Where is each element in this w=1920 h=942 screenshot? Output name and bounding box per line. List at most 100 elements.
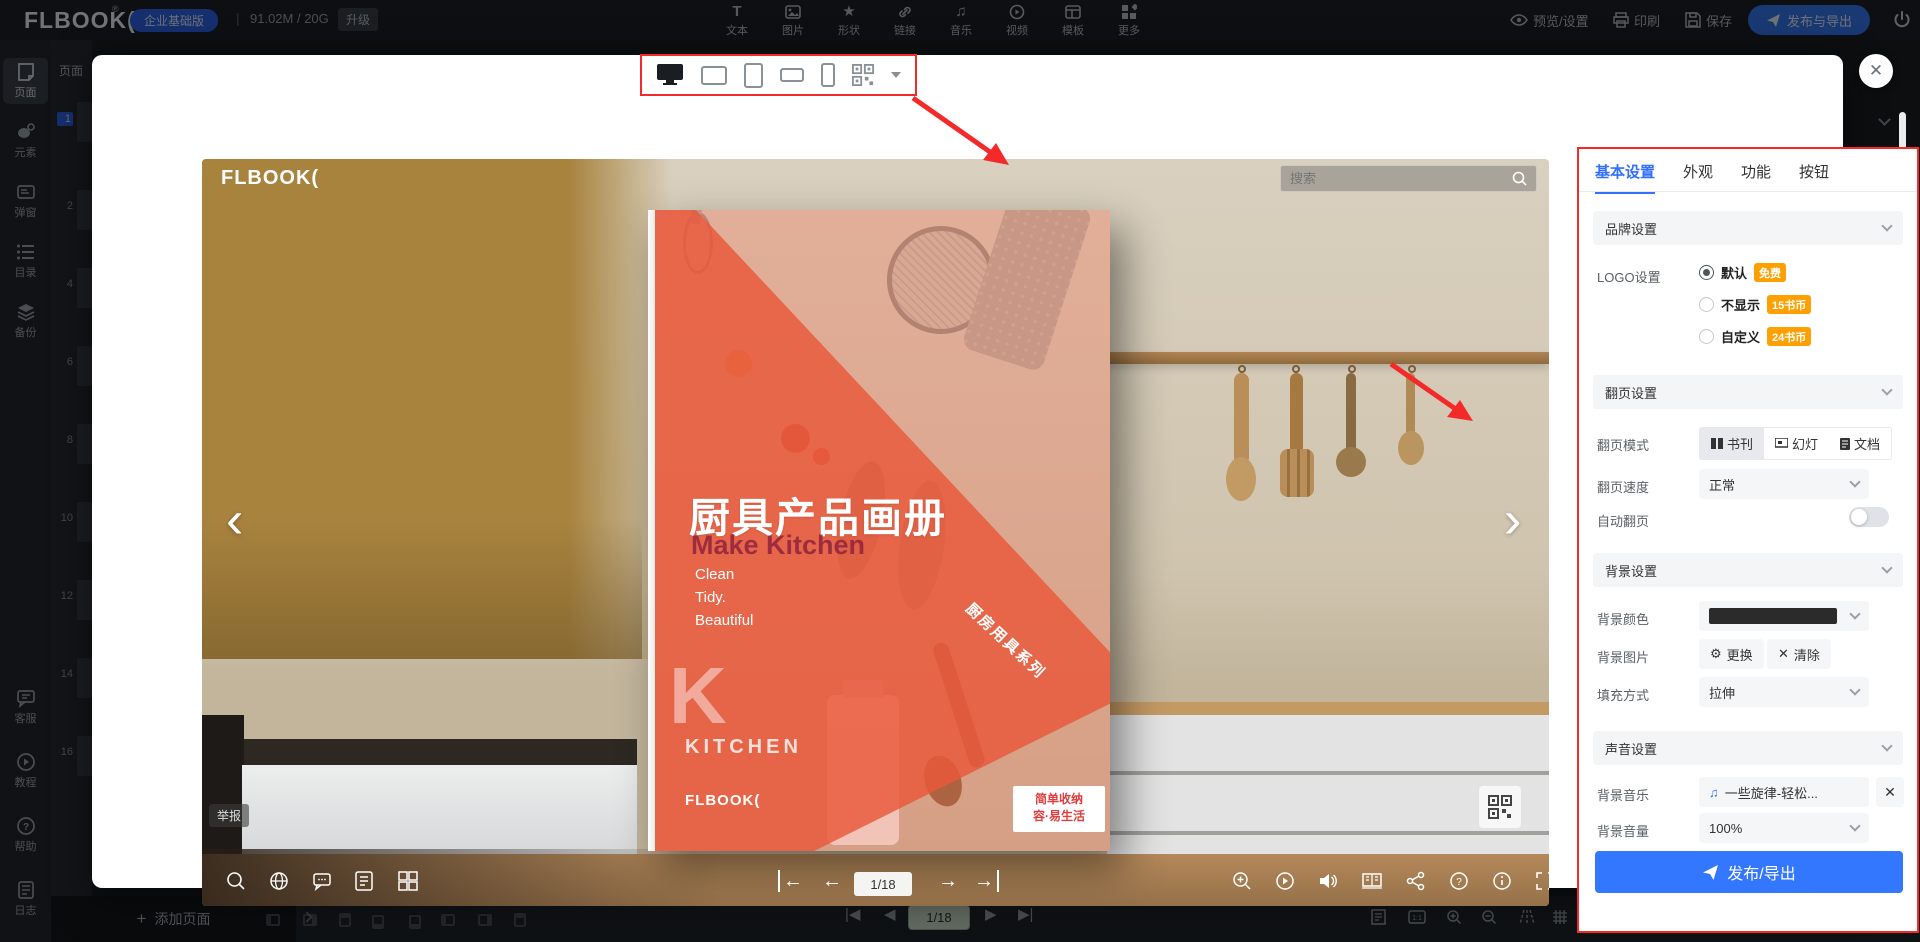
viewer-next-page-button[interactable]: → xyxy=(938,870,958,893)
hanging-utensil xyxy=(1406,373,1415,439)
viewer-page-indicator[interactable]: 1/18 xyxy=(854,872,912,896)
qr-code-button[interactable] xyxy=(1479,786,1521,828)
tab-buttons[interactable]: 按钮 xyxy=(1799,161,1829,194)
chevron-down-icon xyxy=(1881,562,1892,573)
hanging-utensil xyxy=(1280,449,1314,497)
viewer-first-page-button[interactable]: ← xyxy=(778,870,803,892)
tab-basic-settings[interactable]: 基本设置 xyxy=(1595,161,1655,194)
viewer-last-page-button[interactable]: → xyxy=(974,870,999,892)
auto-flip-label: 自动翻页 xyxy=(1597,511,1649,530)
bg-music-label: 背景音乐 xyxy=(1597,785,1649,804)
viewer-search-tool[interactable] xyxy=(226,871,246,891)
search-icon xyxy=(1512,171,1527,186)
bg-image-clear-button[interactable]: ✕清除 xyxy=(1767,639,1831,669)
device-phone-portrait-icon[interactable] xyxy=(821,63,835,87)
brand-settings-section[interactable]: 品牌设置 xyxy=(1593,211,1903,245)
counter-top xyxy=(1107,702,1549,716)
viewer-language-tool[interactable] xyxy=(269,871,289,891)
hanging-utensil xyxy=(1336,447,1366,477)
tab-appearance[interactable]: 外观 xyxy=(1683,161,1713,194)
hook xyxy=(1238,365,1246,373)
viewer-reading-mode-tool[interactable] xyxy=(1361,871,1383,891)
fill-mode-label: 填充方式 xyxy=(1597,685,1649,704)
cover-brand-logo: FLBOOK( xyxy=(685,792,760,809)
auto-flip-toggle[interactable] xyxy=(1849,507,1889,527)
device-dropdown-caret[interactable] xyxy=(891,72,901,78)
chevron-down-icon xyxy=(1881,220,1892,231)
chevron-down-icon xyxy=(1849,608,1860,619)
cover-big-letter: K xyxy=(669,650,727,742)
viewer-comment-tool[interactable] xyxy=(312,871,332,891)
viewer-volume-tool[interactable] xyxy=(1318,871,1338,891)
sound-settings-section[interactable]: 声音设置 xyxy=(1593,731,1903,765)
flip-mode-doc[interactable]: 文档 xyxy=(1829,428,1891,459)
logo-setting-label: LOGO设置 xyxy=(1597,267,1661,286)
modal-close-button[interactable]: ✕ xyxy=(1859,54,1893,88)
viewer-zoom-tool[interactable] xyxy=(1232,871,1252,891)
radio-icon[interactable] xyxy=(1699,329,1714,344)
viewer-prev-page-button[interactable]: ← xyxy=(822,870,842,893)
preview-settings-modal: FLBOOK( xyxy=(92,55,1843,888)
slide-mode-icon xyxy=(1775,438,1788,449)
viewer-share-tool[interactable] xyxy=(1406,871,1426,891)
color-swatch xyxy=(1709,608,1837,624)
radio-icon[interactable] xyxy=(1699,297,1714,312)
qr-icon xyxy=(1488,795,1512,819)
app: FLBOOK( ® 企业基础版 | 91.02M / 20G 升级 T 文本 图… xyxy=(0,0,1920,942)
cover-subtitle: Make Kitchen xyxy=(691,530,865,561)
flip-next-arrow[interactable]: › xyxy=(1504,494,1521,546)
bg-color-label: 背景颜色 xyxy=(1597,609,1649,628)
paper-plane-icon xyxy=(1702,864,1719,881)
logo-option-hide[interactable]: 不显示 15书币 xyxy=(1699,295,1811,314)
flip-speed-label: 翻页速度 xyxy=(1597,477,1649,496)
bg-image-label: 背景图片 xyxy=(1597,647,1649,666)
device-phone-landscape-icon[interactable] xyxy=(780,68,804,82)
cover-tag-box: 简单收纳 容·易生活 xyxy=(1013,786,1105,832)
flip-mode-slide[interactable]: 幻灯 xyxy=(1764,428,1829,459)
flip-mode-segmented: 书刊 幻灯 文档 xyxy=(1699,427,1892,460)
cabinet-groove xyxy=(1107,831,1549,835)
viewer-autoplay-tool[interactable] xyxy=(1275,871,1295,891)
device-tablet-portrait-icon[interactable] xyxy=(744,63,763,88)
bg-volume-select[interactable]: 100% xyxy=(1699,813,1869,843)
background-settings-section[interactable]: 背景设置 xyxy=(1593,553,1903,587)
hanging-utensil xyxy=(1346,373,1356,453)
doc-mode-icon xyxy=(1840,438,1850,450)
viewer-fullscreen-tool[interactable] xyxy=(1535,871,1549,891)
fill-mode-select[interactable]: 拉伸 xyxy=(1699,677,1869,707)
flip-mode-label: 翻页模式 xyxy=(1597,435,1649,454)
bg-image-change-button[interactable]: ⚙更换 xyxy=(1699,639,1764,669)
radio-selected-icon[interactable] xyxy=(1699,265,1714,280)
flip-prev-arrow[interactable]: ‹ xyxy=(226,494,243,546)
cover-page: 厨具产品画册 Make Kitchen Clean Tidy. Beautifu… xyxy=(655,210,1110,851)
bg-color-select[interactable] xyxy=(1699,601,1869,631)
tab-features[interactable]: 功能 xyxy=(1741,161,1771,194)
viewer-thumbnails-tool[interactable] xyxy=(398,871,418,891)
bg-music-remove-button[interactable]: ✕ xyxy=(1876,777,1904,807)
publish-export-panel-button[interactable]: 发布/导出 xyxy=(1595,851,1903,893)
device-tablet-landscape-icon[interactable] xyxy=(701,66,727,85)
device-qr-icon[interactable] xyxy=(852,64,874,86)
viewer-toc-tool[interactable] xyxy=(355,871,373,891)
logo-option-default[interactable]: 默认 免费 xyxy=(1699,263,1786,282)
viewer-help-tool[interactable]: ? xyxy=(1449,871,1469,891)
logo-option-custom[interactable]: 自定义 24书币 xyxy=(1699,327,1811,346)
flipbook-cover[interactable]: 厨具产品画册 Make Kitchen Clean Tidy. Beautifu… xyxy=(648,210,1110,851)
hook xyxy=(1348,365,1356,373)
hanging-utensil xyxy=(1226,457,1256,501)
chevron-down-icon xyxy=(1881,740,1892,751)
flip-settings-section[interactable]: 翻页设置 xyxy=(1593,375,1903,409)
report-badge[interactable]: 举报 xyxy=(209,804,249,827)
flip-speed-select[interactable]: 正常 xyxy=(1699,469,1869,499)
viewer-flbook-logo: FLBOOK( xyxy=(221,167,319,190)
viewer-search-box[interactable] xyxy=(1280,165,1537,192)
svg-text:?: ? xyxy=(1456,877,1462,888)
bg-music-select[interactable]: ♫ 一些旋律-轻松... xyxy=(1699,777,1869,807)
chevron-down-icon xyxy=(1881,384,1892,395)
cover-line: Tidy. xyxy=(695,589,726,606)
flip-mode-book[interactable]: 书刊 xyxy=(1700,428,1764,459)
viewer-info-tool[interactable] xyxy=(1492,871,1512,891)
device-desktop-icon[interactable] xyxy=(656,63,684,87)
cover-line: Beautiful xyxy=(695,612,753,629)
search-input[interactable] xyxy=(1290,171,1512,186)
